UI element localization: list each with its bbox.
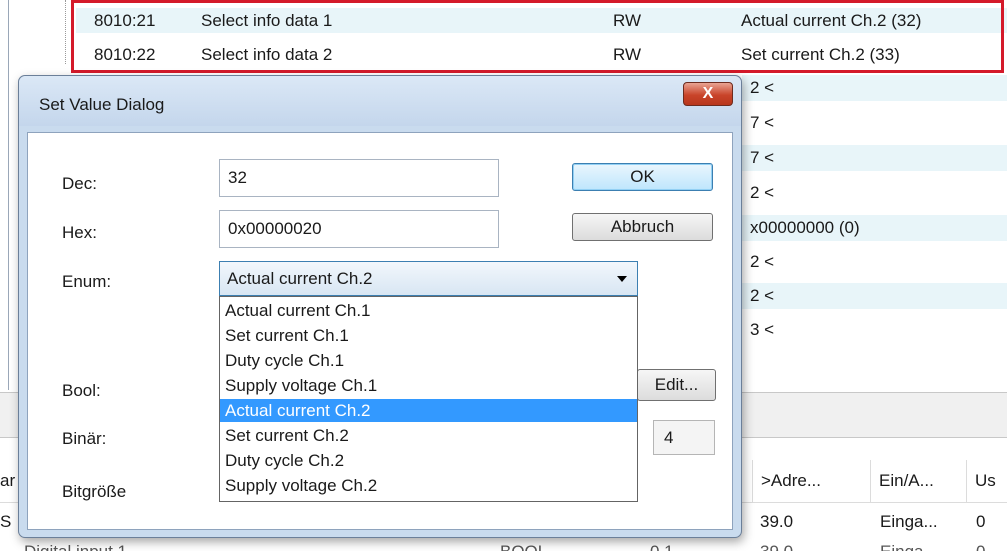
- enum-option[interactable]: Supply voltage Ch.1: [220, 374, 637, 397]
- table-row[interactable]: 7 <: [742, 145, 1007, 171]
- row-address: 39.0: [760, 512, 794, 531]
- table-row[interactable]: 2 <: [742, 283, 1007, 309]
- row-value: x00000000 (0): [750, 218, 860, 237]
- tree-connector-line: [65, 0, 67, 64]
- set-value-dialog: Set Value Dialog X Dec: 32 Hex: 0x000000…: [18, 75, 742, 538]
- row-address: 39.0: [760, 542, 793, 551]
- column-header-io[interactable]: Ein/A...: [870, 460, 966, 502]
- bit-count-display: 4: [653, 420, 715, 455]
- row-prefix: S: [0, 512, 12, 531]
- row-value: 2 <: [750, 183, 775, 202]
- binary-label: Binär:: [62, 429, 107, 448]
- enum-selected-value: Actual current Ch.2: [227, 269, 373, 288]
- chevron-down-icon[interactable]: [617, 276, 627, 282]
- enum-dropdown-list: Actual current Ch.1 Set current Ch.1 Dut…: [219, 296, 638, 502]
- enum-label: Enum:: [62, 272, 112, 291]
- edit-button[interactable]: Edit...: [637, 369, 716, 401]
- bitsize-label: Bitgröße: [62, 482, 127, 501]
- table-row[interactable]: Digital input 1... BOOL 0.1 39.0 Einga..…: [0, 538, 1007, 551]
- cancel-button[interactable]: Abbruch: [572, 213, 713, 241]
- enum-option[interactable]: Supply voltage Ch.2: [220, 474, 637, 497]
- row-value: 7 <: [750, 113, 775, 132]
- enum-option[interactable]: Actual current Ch.2: [220, 399, 637, 422]
- bool-label: Bool:: [62, 381, 101, 400]
- dialog-titlebar[interactable]: Set Value Dialog X: [19, 76, 741, 126]
- dec-input[interactable]: 32: [219, 159, 499, 197]
- row-value: 2 <: [750, 286, 775, 305]
- ok-button[interactable]: OK: [572, 163, 713, 191]
- row-name: Digital input 1...: [24, 542, 141, 551]
- dialog-title: Set Value Dialog: [39, 95, 165, 114]
- enum-option[interactable]: Actual current Ch.1: [220, 299, 637, 322]
- close-icon: X: [702, 85, 714, 102]
- row-value: 2 <: [750, 252, 775, 271]
- table-row[interactable]: 2 <: [742, 249, 1007, 275]
- hex-label: Hex:: [62, 223, 97, 242]
- row-io: Einga...: [880, 512, 938, 531]
- hex-input[interactable]: 0x00000020: [219, 210, 499, 248]
- enum-option[interactable]: Set current Ch.1: [220, 324, 637, 347]
- table-row[interactable]: x00000000 (0): [742, 215, 1007, 241]
- enum-option[interactable]: Duty cycle Ch.1: [220, 349, 637, 372]
- column-header-address[interactable]: >Adre...: [752, 460, 870, 502]
- table-row[interactable]: 2 <: [742, 75, 1007, 101]
- table-row[interactable]: 2 <: [742, 180, 1007, 206]
- table-row[interactable]: 3 <: [742, 317, 1007, 343]
- pane-border: [8, 0, 9, 390]
- row-size: 0.1: [650, 542, 674, 551]
- table-row[interactable]: 7 <: [742, 110, 1007, 136]
- enum-option[interactable]: Duty cycle Ch.2: [220, 449, 637, 472]
- close-button[interactable]: X: [683, 82, 733, 106]
- row-value: 7 <: [750, 148, 775, 167]
- dialog-body: Dec: 32 Hex: 0x00000020 OK Abbruch Enum:…: [27, 132, 733, 530]
- row-type: BOOL: [500, 542, 547, 551]
- row-user: 0: [976, 542, 985, 551]
- highlight-frame: [71, 0, 1004, 73]
- row-io: Einga...: [880, 542, 938, 551]
- enum-option[interactable]: Set current Ch.2: [220, 424, 637, 447]
- row-value: 3 <: [750, 320, 775, 339]
- column-header-user[interactable]: Us: [966, 460, 1007, 502]
- enum-select[interactable]: Actual current Ch.2: [219, 261, 638, 296]
- dec-label: Dec:: [62, 174, 97, 193]
- row-value: 2 <: [750, 78, 775, 97]
- row-user: 0: [976, 512, 986, 531]
